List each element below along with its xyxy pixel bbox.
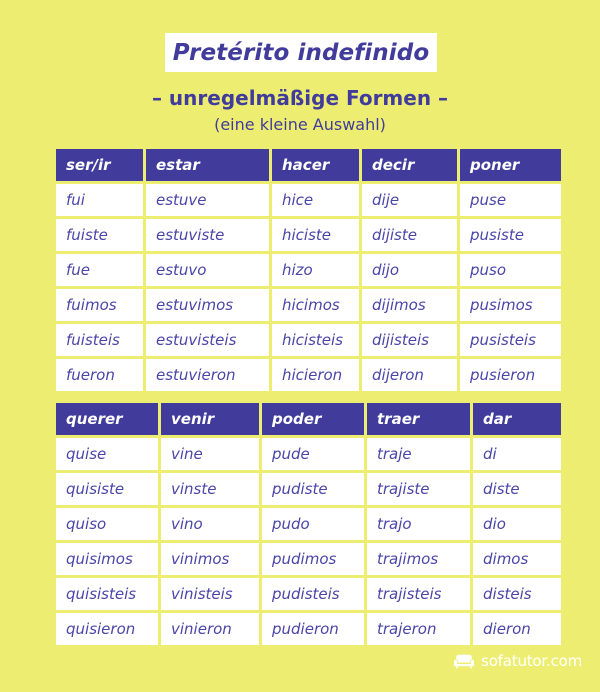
table-row: fuisteis estuvisteis hicisteis dijisteis… — [56, 324, 561, 356]
table-cell: vinieron — [161, 613, 259, 645]
table-header-row: querer venir poder traer dar — [56, 403, 561, 435]
table-cell: vinisteis — [161, 578, 259, 610]
table-cell: disteis — [473, 578, 561, 610]
table-cell: quise — [56, 438, 158, 470]
table-row: quisisteis vinisteis pudisteis trajistei… — [56, 578, 561, 610]
table-cell: estuviste — [146, 219, 269, 251]
sub-subtitle: (eine kleine Auswahl) — [214, 115, 386, 134]
table-cell: quisisteis — [56, 578, 158, 610]
table-row: quisiste vinste pudiste trajiste diste — [56, 473, 561, 505]
table-cell: quisiste — [56, 473, 158, 505]
table-cell: pudisteis — [262, 578, 364, 610]
table-cell: pudo — [262, 508, 364, 540]
table-cell: vinste — [161, 473, 259, 505]
table-cell: dio — [473, 508, 561, 540]
column-header-venir: venir — [161, 403, 259, 435]
brand-name: sofatutor.com — [481, 652, 582, 670]
table-cell: pusimos — [460, 289, 561, 321]
table-cell: quisieron — [56, 613, 158, 645]
table-cell: traje — [367, 438, 470, 470]
table-cell: dijisteis — [362, 324, 457, 356]
table-cell: hicimos — [272, 289, 359, 321]
table-cell: vino — [161, 508, 259, 540]
table-cell: fue — [56, 254, 143, 286]
column-header-decir: decir — [362, 149, 457, 181]
table-cell: dije — [362, 184, 457, 216]
table-cell: dijimos — [362, 289, 457, 321]
column-header-dar: dar — [473, 403, 561, 435]
table-cell: vinimos — [161, 543, 259, 575]
title-banner: Pretérito indefinido — [165, 33, 437, 72]
table-cell: fui — [56, 184, 143, 216]
table-cell: diste — [473, 473, 561, 505]
table-cell: pudieron — [262, 613, 364, 645]
table-cell: trajimos — [367, 543, 470, 575]
column-header-hacer: hacer — [272, 149, 359, 181]
table-cell: hicieron — [272, 359, 359, 391]
table-cell: pusieron — [460, 359, 561, 391]
verb-table-two: querer venir poder traer dar quise vine … — [53, 400, 564, 648]
table-cell: dijo — [362, 254, 457, 286]
table-row: fue estuvo hizo dijo puso — [56, 254, 561, 286]
table-cell: di — [473, 438, 561, 470]
table-cell: estuvo — [146, 254, 269, 286]
table-cell: hiciste — [272, 219, 359, 251]
table-cell: dijeron — [362, 359, 457, 391]
column-header-poner: poner — [460, 149, 561, 181]
column-header-estar: estar — [146, 149, 269, 181]
table-header-row: ser/ir estar hacer decir poner — [56, 149, 561, 181]
table-cell: dijiste — [362, 219, 457, 251]
table-cell: fuiste — [56, 219, 143, 251]
table-row: quisimos vinimos pudimos trajimos dimos — [56, 543, 561, 575]
table-cell: fuimos — [56, 289, 143, 321]
table-cell: pudiste — [262, 473, 364, 505]
table-cell: estuve — [146, 184, 269, 216]
verb-table-one: ser/ir estar hacer decir poner fui estuv… — [53, 146, 564, 394]
table-cell: quisimos — [56, 543, 158, 575]
sofa-icon — [453, 654, 475, 669]
table-row: quiso vino pudo trajo dio — [56, 508, 561, 540]
table-cell: puso — [460, 254, 561, 286]
table-cell: vine — [161, 438, 259, 470]
column-header-ser-ir: ser/ir — [56, 149, 143, 181]
column-header-traer: traer — [367, 403, 470, 435]
table-row: quise vine pude traje di — [56, 438, 561, 470]
page-title: Pretérito indefinido — [172, 39, 430, 66]
table-cell: dieron — [473, 613, 561, 645]
table-cell: pude — [262, 438, 364, 470]
table-cell: estuvisteis — [146, 324, 269, 356]
table-cell: estuvimos — [146, 289, 269, 321]
table-row: fueron estuvieron hicieron dijeron pusie… — [56, 359, 561, 391]
worksheet-page: Pretérito indefinido – unregelmäßige For… — [0, 0, 600, 692]
table-row: quisieron vinieron pudieron trajeron die… — [56, 613, 561, 645]
table-cell: fueron — [56, 359, 143, 391]
table-cell: trajiste — [367, 473, 470, 505]
brand-footer: sofatutor.com — [453, 652, 582, 670]
table-cell: hice — [272, 184, 359, 216]
table-row: fuimos estuvimos hicimos dijimos pusimos — [56, 289, 561, 321]
table-cell: quiso — [56, 508, 158, 540]
table-cell: dimos — [473, 543, 561, 575]
table-cell: fuisteis — [56, 324, 143, 356]
column-header-poder: poder — [262, 403, 364, 435]
table-cell: trajo — [367, 508, 470, 540]
column-header-querer: querer — [56, 403, 158, 435]
table-row: fuiste estuviste hiciste dijiste pusiste — [56, 219, 561, 251]
table-cell: hizo — [272, 254, 359, 286]
table-cell: pusisteis — [460, 324, 561, 356]
table-cell: pusiste — [460, 219, 561, 251]
table-cell: pudimos — [262, 543, 364, 575]
subtitle: – unregelmäßige Formen – — [151, 86, 449, 110]
table-cell: trajeron — [367, 613, 470, 645]
table-cell: hicisteis — [272, 324, 359, 356]
table-cell: trajisteis — [367, 578, 470, 610]
table-row: fui estuve hice dije puse — [56, 184, 561, 216]
table-cell: puse — [460, 184, 561, 216]
table-cell: estuvieron — [146, 359, 269, 391]
